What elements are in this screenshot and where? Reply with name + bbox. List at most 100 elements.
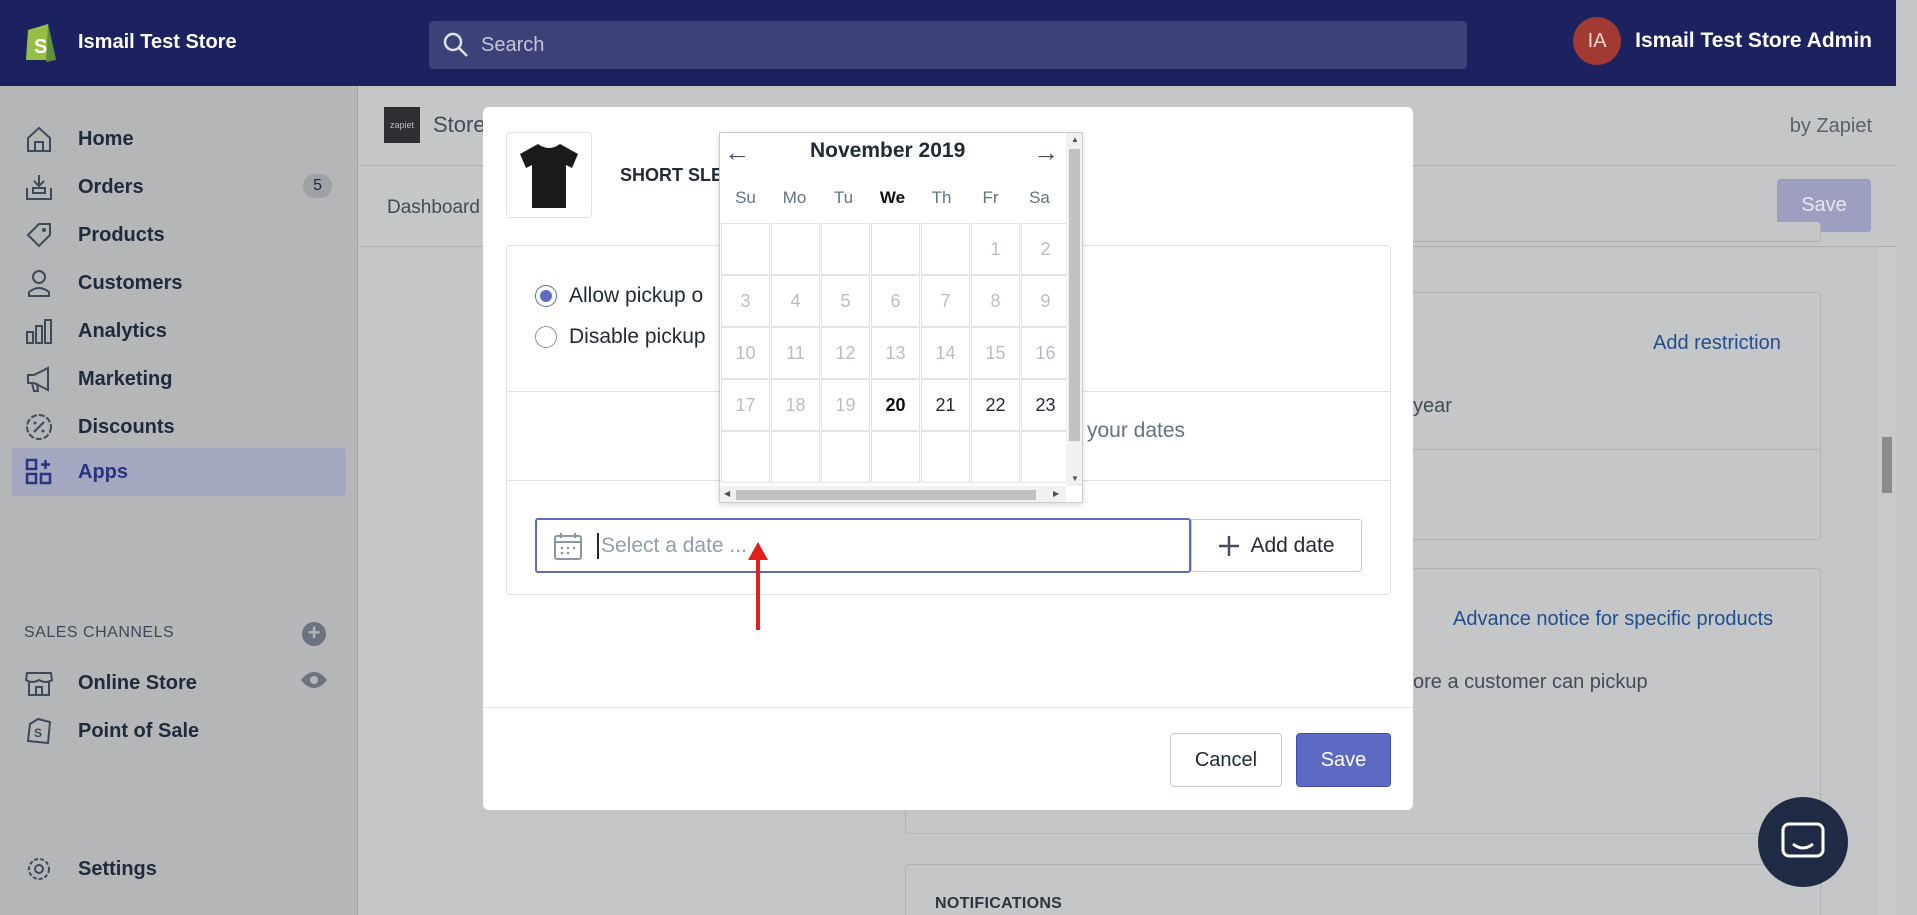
calendar-partial-cell bbox=[921, 431, 970, 483]
search-bar[interactable] bbox=[429, 21, 1467, 69]
allow-pickup-radio[interactable] bbox=[535, 285, 557, 307]
next-month-arrow-icon[interactable]: → bbox=[1033, 137, 1059, 168]
account-name: Ismail Test Store Admin bbox=[1635, 29, 1872, 52]
sidebar-item-label: Orders bbox=[78, 175, 144, 198]
person-icon bbox=[22, 266, 56, 300]
calendar-day-cell: 12 bbox=[821, 327, 870, 379]
calendar-empty-cell bbox=[721, 223, 770, 275]
sidebar-item-customers[interactable]: Customers bbox=[12, 259, 346, 307]
sidebar-item-label: Discounts bbox=[78, 415, 175, 438]
sidebar-item-label: Home bbox=[78, 127, 134, 150]
calendar-partial-cell bbox=[1021, 431, 1070, 483]
sidebar-item-label: Apps bbox=[78, 460, 128, 483]
sales-channels-heading: SALES CHANNELS bbox=[24, 624, 175, 641]
calendar-day-cell[interactable]: 21 bbox=[921, 379, 970, 431]
sidebar-item-discounts[interactable]: Discounts bbox=[12, 403, 346, 451]
picker-vertical-scroll-thumb[interactable] bbox=[1069, 149, 1080, 441]
dates-helper-text: your dates bbox=[1087, 419, 1186, 442]
text-caret bbox=[597, 532, 599, 559]
calendar-partial-cell bbox=[971, 431, 1020, 483]
tshirt-icon bbox=[520, 144, 578, 208]
calendar-day-cell: 15 bbox=[971, 327, 1020, 379]
discount-icon bbox=[22, 410, 56, 444]
calendar-day-cell: 4 bbox=[771, 275, 820, 327]
search-icon bbox=[443, 32, 468, 57]
date-picker-popup: ← November 2019 → Su Mo Tu We Th Fr Sa 1234567… bbox=[719, 132, 1083, 503]
calendar-icon bbox=[554, 532, 582, 560]
sidebar-item-settings[interactable]: Settings bbox=[12, 845, 346, 893]
picker-vertical-scrollbar[interactable]: ▲ ▼ bbox=[1066, 133, 1082, 486]
date-field[interactable] bbox=[535, 518, 1191, 573]
sidebar-item-products[interactable]: Products bbox=[12, 211, 346, 259]
picker-horizontal-scrollbar[interactable]: ◀ ▶ bbox=[720, 486, 1066, 502]
orders-count-badge: 5 bbox=[303, 174, 332, 198]
scroll-right-icon[interactable]: ▶ bbox=[1053, 489, 1059, 498]
avatar: IA bbox=[1573, 17, 1622, 65]
weekday-label: Mo bbox=[782, 188, 807, 207]
store-brand[interactable]: S Ismail Test Store bbox=[22, 20, 237, 64]
calendar-day-cell: 16 bbox=[1021, 327, 1070, 379]
allow-pickup-label: Allow pickup o bbox=[569, 284, 704, 307]
tab-dashboard[interactable]: Dashboard bbox=[387, 197, 480, 219]
scroll-left-icon[interactable]: ◀ bbox=[724, 489, 730, 498]
calendar-day-cell[interactable]: 20 bbox=[871, 379, 920, 431]
zapiet-logo: zapiet bbox=[384, 107, 420, 143]
plus-icon bbox=[1219, 535, 1240, 556]
sidebar-item-analytics[interactable]: Analytics bbox=[12, 307, 346, 355]
disable-pickup-radio[interactable] bbox=[535, 326, 557, 348]
save-button[interactable]: Save bbox=[1296, 733, 1391, 787]
notifications-heading: NOTIFICATIONS bbox=[935, 895, 1063, 912]
previous-month-arrow-icon[interactable]: ← bbox=[724, 137, 750, 168]
account-menu[interactable]: IA Ismail Test Store Admin bbox=[1573, 17, 1872, 65]
disable-pickup-option[interactable]: Disable pickup bbox=[535, 325, 706, 349]
page-scroll-thumb[interactable] bbox=[1882, 437, 1892, 493]
app-vendor: by Zapiet bbox=[1789, 115, 1872, 137]
scroll-down-icon[interactable]: ▼ bbox=[1071, 474, 1079, 483]
bar-chart-icon bbox=[22, 314, 56, 348]
calendar-day-cell: 13 bbox=[871, 327, 920, 379]
product-thumbnail bbox=[506, 132, 592, 218]
calendar-day-cell: 19 bbox=[821, 379, 870, 431]
sidebar-item-label: Settings bbox=[78, 857, 157, 880]
allow-pickup-option[interactable]: Allow pickup o bbox=[535, 284, 703, 308]
sidebar-item-point-of-sale[interactable]: S Point of Sale bbox=[12, 707, 346, 755]
disable-pickup-label: Disable pickup bbox=[569, 325, 706, 348]
modal-footer-divider bbox=[483, 707, 1413, 708]
page-scrollbar[interactable] bbox=[1878, 247, 1896, 915]
date-input[interactable] bbox=[601, 533, 1161, 558]
sidebar-item-online-store[interactable]: Online Store bbox=[12, 659, 346, 707]
calendar-day-cell: 5 bbox=[821, 275, 870, 327]
search-input[interactable] bbox=[481, 33, 1381, 57]
sidebar: Home Orders 5 Products Customers Analyti… bbox=[0, 86, 358, 915]
add-restriction-link[interactable]: Add restriction bbox=[1653, 332, 1781, 355]
calendar-day-cell: 10 bbox=[721, 327, 770, 379]
sidebar-item-apps[interactable]: Apps bbox=[12, 448, 346, 496]
calendar-day-cell: 17 bbox=[721, 379, 770, 431]
calendar-day-cell: 9 bbox=[1021, 275, 1070, 327]
sidebar-item-label: Products bbox=[78, 223, 165, 246]
add-date-button[interactable]: Add date bbox=[1191, 519, 1362, 572]
calendar-day-cell[interactable]: 23 bbox=[1021, 379, 1070, 431]
picker-horizontal-scroll-thumb[interactable] bbox=[736, 490, 1036, 500]
weekday-label: Fr bbox=[982, 188, 999, 207]
calendar-empty-cell bbox=[921, 223, 970, 275]
weekday-label: Sa bbox=[1029, 188, 1050, 207]
sidebar-item-orders[interactable]: Orders 5 bbox=[12, 163, 346, 211]
calendar-day-cell: 7 bbox=[921, 275, 970, 327]
calendar-day-cell: 14 bbox=[921, 327, 970, 379]
calendar-empty-cell bbox=[771, 223, 820, 275]
cancel-button[interactable]: Cancel bbox=[1170, 733, 1282, 787]
calendar-day-cell: 1 bbox=[971, 223, 1020, 275]
add-channel-icon[interactable]: + bbox=[302, 622, 326, 646]
weekday-label: We bbox=[879, 188, 906, 207]
calendar-partial-cell bbox=[771, 431, 820, 483]
scroll-up-icon[interactable]: ▲ bbox=[1071, 135, 1079, 144]
chat-widget-button[interactable] bbox=[1758, 797, 1848, 887]
sidebar-item-marketing[interactable]: Marketing bbox=[12, 355, 346, 403]
calendar-day-cell[interactable]: 22 bbox=[971, 379, 1020, 431]
calendar-partial-cell bbox=[721, 431, 770, 483]
calendar-empty-cell bbox=[821, 223, 870, 275]
eye-icon[interactable] bbox=[300, 670, 328, 695]
sidebar-item-home[interactable]: Home bbox=[12, 115, 346, 163]
advance-notice-link[interactable]: Advance notice for specific products bbox=[1453, 608, 1773, 631]
